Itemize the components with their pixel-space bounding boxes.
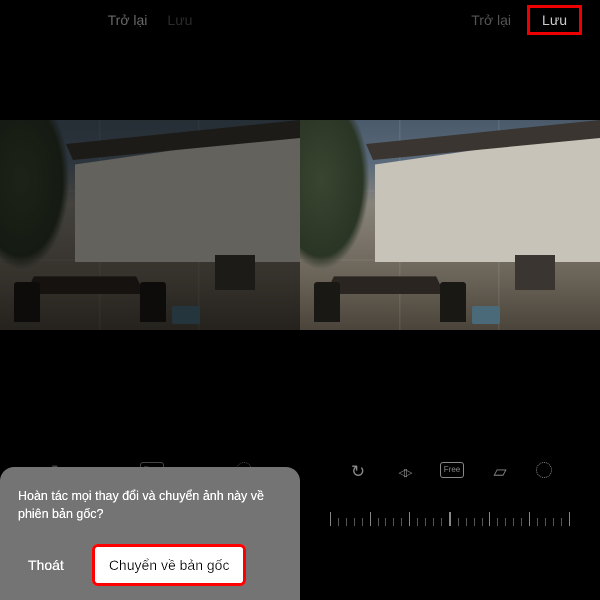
straighten-ruler[interactable] [330, 508, 570, 526]
photo-content [25, 276, 144, 294]
circle-crop-icon[interactable] [536, 462, 552, 478]
photo-preview[interactable] [300, 120, 600, 330]
photo-content [172, 306, 200, 324]
exit-button[interactable]: Thoát [18, 549, 74, 581]
save-button[interactable]: Lưu [527, 5, 582, 35]
dialog-buttons: Thoát Chuyển về bản gốc [18, 544, 282, 586]
photo-preview[interactable] [0, 120, 300, 330]
photo-content [325, 276, 444, 294]
flip-icon[interactable] [394, 462, 414, 482]
editor-panel-right: Trở lại Lưu Free [300, 0, 600, 600]
save-button-dim[interactable]: Lưu [167, 12, 192, 28]
photo-content [472, 306, 500, 324]
header-left: Trở lại Lưu [0, 0, 300, 40]
rotate-icon[interactable] [348, 462, 368, 482]
photo-content [300, 120, 370, 270]
photo-content [515, 255, 555, 290]
photo-content [14, 282, 40, 322]
crop-toolbar: Free [300, 462, 600, 482]
back-button[interactable]: Trở lại [108, 12, 148, 28]
photo-content [0, 120, 70, 270]
dialog-message: Hoàn tác mọi thay đổi và chuyển ảnh này … [18, 487, 282, 525]
photo-content [314, 282, 340, 322]
perspective-icon[interactable] [490, 462, 510, 482]
revert-button[interactable]: Chuyển về bản gốc [92, 544, 247, 586]
revert-dialog: Hoàn tác mọi thay đổi và chuyển ảnh này … [0, 467, 300, 600]
photo-content [140, 282, 166, 322]
header-right: Trở lại Lưu [300, 0, 600, 40]
free-ratio-icon[interactable]: Free [440, 462, 464, 478]
back-button-dim[interactable]: Trở lại [471, 12, 511, 28]
photo-content [440, 282, 466, 322]
photo-content [215, 255, 255, 290]
